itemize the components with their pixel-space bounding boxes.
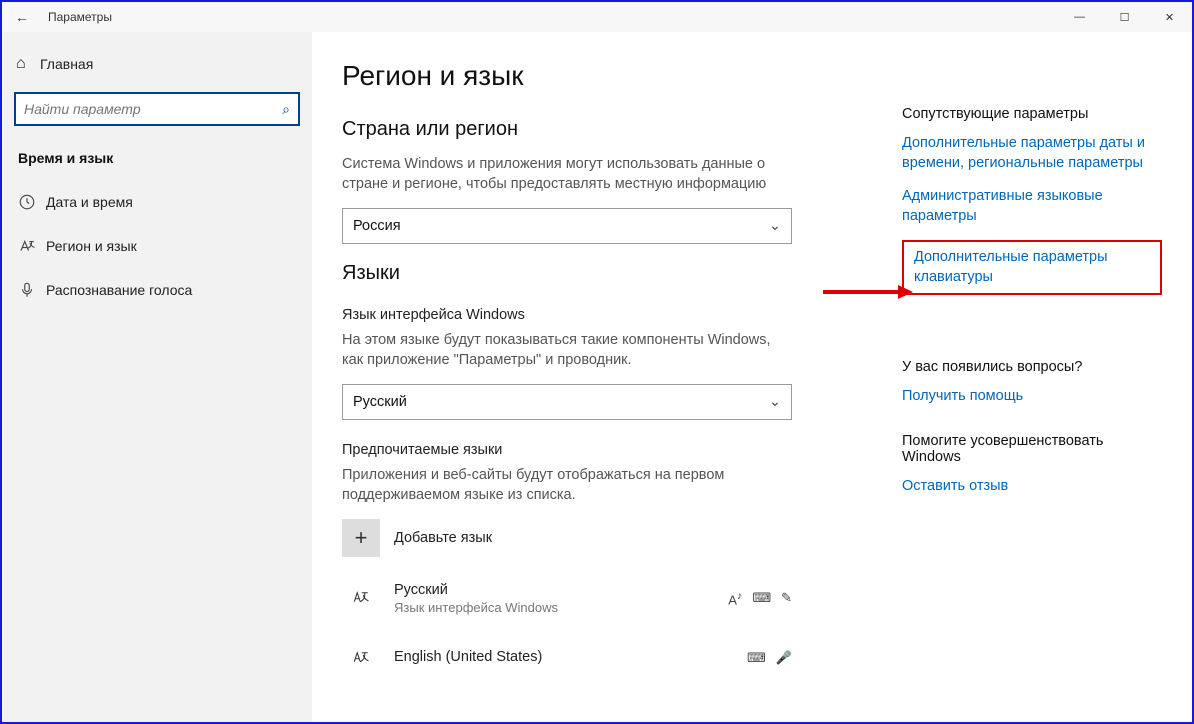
handwriting-icon: ✎ [781,590,792,607]
ui-language-label: Язык интерфейса Windows [342,307,902,323]
ui-language-select[interactable]: Русский ⌄ [342,384,792,420]
ui-language-select-value: Русский [353,394,407,410]
language-entry-russian[interactable]: Русский Язык интерфейса Windows A♪ ⌨ ✎ [342,579,792,617]
plus-icon: + [342,519,380,557]
section-region-heading: Страна или регион [342,118,902,141]
sidebar-item-label: Дата и время [46,194,133,210]
page-title: Регион и язык [342,60,902,92]
search-box[interactable]: ⌕ [14,92,300,126]
link-administrative-language[interactable]: Административные языковые параметры [902,187,1162,226]
home-label: Главная [40,56,93,72]
sidebar-item-date-time[interactable]: Дата и время [8,180,306,224]
link-additional-date-region[interactable]: Дополнительные параметры даты и времени,… [902,134,1162,173]
sidebar-item-speech[interactable]: Распознавание голоса [8,268,306,312]
language-glyph-icon [342,579,380,617]
close-button[interactable]: ✕ [1147,2,1192,32]
sidebar-item-label: Регион и язык [46,238,137,254]
window-controls: — ☐ ✕ [1057,2,1192,32]
aside-panel: Сопутствующие параметры Дополнительные п… [902,60,1162,722]
text-to-speech-icon: A♪ [728,590,742,607]
link-feedback[interactable]: Оставить отзыв [902,477,1162,497]
back-button[interactable]: ← [8,9,36,25]
add-language-button[interactable]: + Добавьте язык [342,519,902,557]
titlebar: ← Параметры — ☐ ✕ [2,2,1192,32]
sidebar: ⌂ Главная ⌕ Время и язык Дата и время Ре… [2,32,312,722]
improve-heading: Помогите усовершенствовать Windows [902,433,1162,465]
preferred-languages-desc: Приложения и веб-сайты будут отображатьс… [342,466,792,505]
main-content: Регион и язык Страна или регион Система … [342,60,902,722]
questions-heading: У вас появились вопросы? [902,359,1162,375]
chevron-down-icon: ⌄ [769,394,781,410]
language-glyph-icon [342,639,380,677]
clock-icon [18,193,46,211]
section-region-desc: Система Windows и приложения могут испол… [342,155,792,194]
chevron-down-icon: ⌄ [769,218,781,234]
maximize-button[interactable]: ☐ [1102,2,1147,32]
country-select[interactable]: Россия ⌄ [342,208,792,244]
language-entry-english[interactable]: English (United States) ⌨ 🎤 [342,639,792,677]
related-settings-heading: Сопутствующие параметры [902,106,1162,122]
minimize-button[interactable]: — [1057,2,1102,32]
sidebar-item-region-language[interactable]: Регион и язык [8,224,306,268]
search-icon: ⌕ [282,101,290,118]
microphone-icon [18,281,46,299]
add-language-label: Добавьте язык [394,530,492,546]
window-title: Параметры [48,10,1057,24]
language-subtitle: Язык интерфейса Windows [394,600,728,615]
preferred-languages-label: Предпочитаемые языки [342,442,902,458]
language-action-icons: A♪ ⌨ ✎ [728,590,792,607]
ui-language-desc: На этом языке будут показываться такие к… [342,331,792,370]
language-icon [18,237,46,255]
search-input[interactable] [24,101,282,117]
sidebar-home[interactable]: ⌂ Главная [8,42,306,86]
section-languages-heading: Языки [342,262,902,285]
country-select-value: Россия [353,218,401,234]
link-get-help[interactable]: Получить помощь [902,387,1162,407]
keyboard-icon: ⌨ [747,650,766,666]
link-additional-keyboard[interactable]: Дополнительные параметры клавиатуры [902,240,1162,295]
language-action-icons: ⌨ 🎤 [747,650,792,666]
keyboard-icon: ⌨ [752,590,771,607]
speech-icon: 🎤 [776,650,792,666]
language-name: Русский [394,582,728,598]
home-icon: ⌂ [16,55,40,73]
language-name: English (United States) [394,649,747,665]
sidebar-group-title: Время и язык [8,142,306,180]
sidebar-item-label: Распознавание голоса [46,282,192,298]
